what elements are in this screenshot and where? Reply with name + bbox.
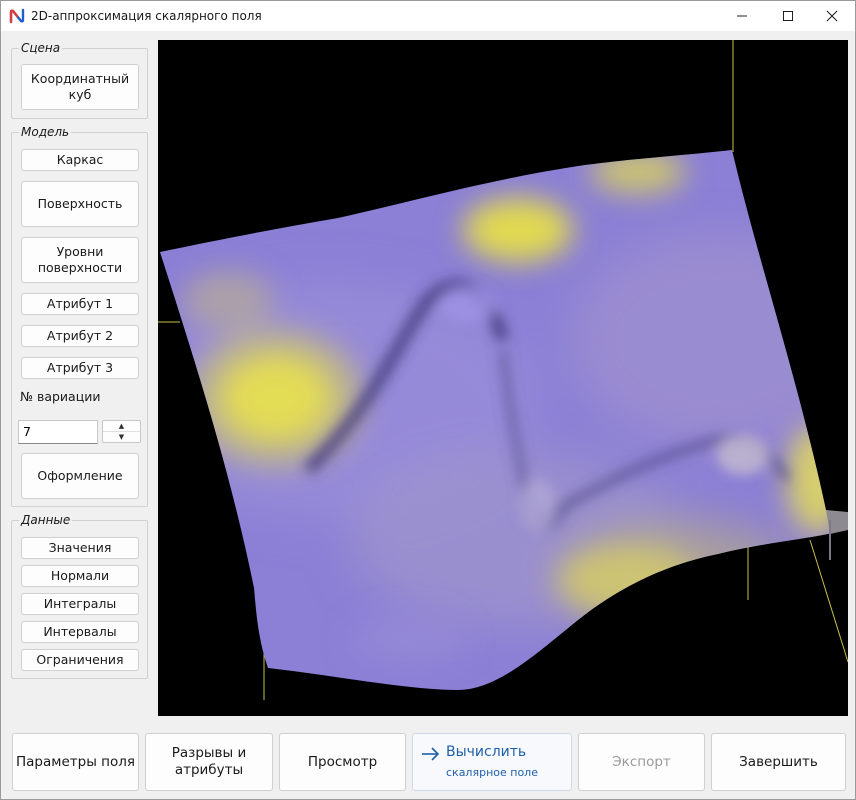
maximize-button[interactable] bbox=[765, 1, 811, 31]
normals-button[interactable]: Нормали bbox=[21, 565, 139, 587]
close-icon bbox=[826, 10, 838, 22]
maximize-icon bbox=[783, 11, 793, 21]
surface-levels-button[interactable]: Уровни поверхности bbox=[21, 237, 139, 283]
minimize-icon bbox=[737, 15, 747, 17]
scalar-field-surface bbox=[158, 40, 848, 700]
minimize-button[interactable] bbox=[719, 1, 765, 31]
stepper-down-icon[interactable]: ▼ bbox=[103, 432, 140, 443]
window-title: 2D-аппроксимация скалярного поля bbox=[31, 9, 262, 23]
surface-button[interactable]: Поверхность bbox=[21, 181, 139, 227]
compute-button-label: Вычислить bbox=[446, 743, 527, 760]
close-button[interactable] bbox=[809, 1, 855, 31]
main-window: 2D-аппроксимация скалярного поля Сцена К… bbox=[0, 0, 856, 800]
frame-button[interactable]: Каркас bbox=[21, 149, 139, 171]
app-logo-icon bbox=[9, 8, 25, 24]
arrow-right-icon bbox=[422, 747, 440, 761]
values-button[interactable]: Значения bbox=[21, 537, 139, 559]
surface-3d-viewport[interactable] bbox=[158, 40, 848, 716]
attr2-button[interactable]: Атрибут 2 bbox=[21, 325, 139, 347]
attr3-button[interactable]: Атрибут 3 bbox=[21, 357, 139, 379]
design-button[interactable]: Оформление bbox=[21, 453, 139, 499]
view-button[interactable]: Просмотр bbox=[279, 733, 406, 791]
model-group-label: Модель bbox=[19, 125, 72, 139]
integrals-button[interactable]: Интегралы bbox=[21, 593, 139, 615]
limits-button[interactable]: Ограничения bbox=[21, 649, 139, 671]
stepper-up-icon[interactable]: ▲ bbox=[103, 421, 140, 432]
variation-input[interactable]: 7 bbox=[18, 420, 98, 444]
compute-button-sublabel: скалярное поле bbox=[446, 765, 538, 779]
field-params-button[interactable]: Параметры поля bbox=[12, 733, 139, 791]
data-group-label: Данные bbox=[19, 513, 73, 527]
export-button[interactable]: Экспорт bbox=[578, 733, 705, 791]
intervals-button[interactable]: Интервалы bbox=[21, 621, 139, 643]
coord-cube-button[interactable]: Координатный куб bbox=[21, 64, 139, 110]
finish-button[interactable]: Завершить bbox=[711, 733, 846, 791]
compute-button[interactable]: Вычислить скалярное поле bbox=[412, 733, 572, 791]
variation-stepper[interactable]: ▲ ▼ bbox=[102, 420, 141, 443]
breaks-attributes-button[interactable]: Разрывы и атрибуты bbox=[145, 733, 273, 791]
scene-group-label: Сцена bbox=[19, 41, 63, 55]
variation-label: № вариации bbox=[20, 389, 101, 404]
attr1-button[interactable]: Атрибут 1 bbox=[21, 293, 139, 315]
title-bar: 2D-аппроксимация скалярного поля bbox=[1, 1, 855, 31]
